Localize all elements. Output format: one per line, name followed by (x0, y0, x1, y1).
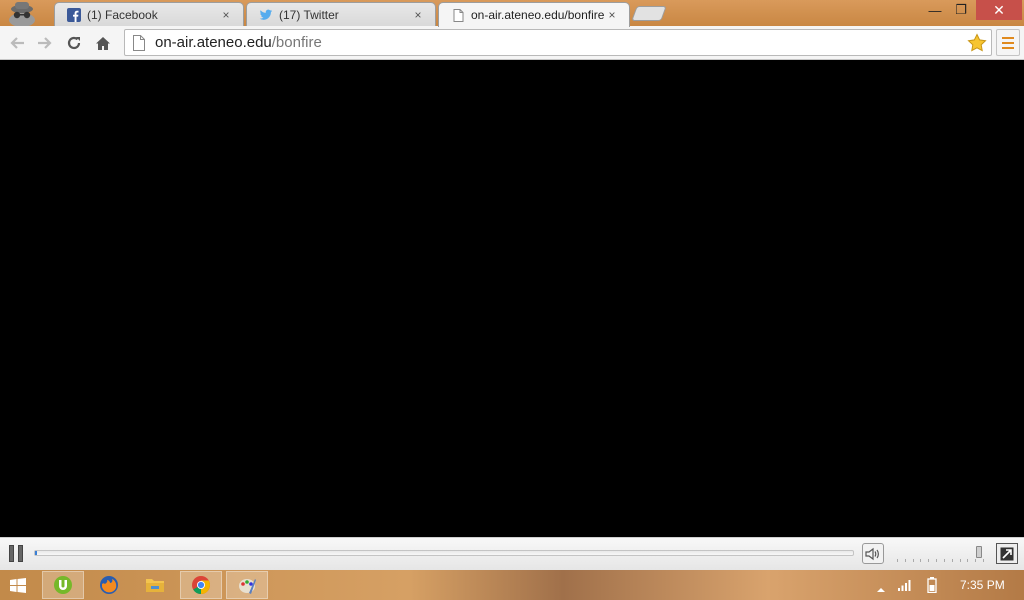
video-player-area[interactable] (0, 61, 1024, 537)
incognito-icon (4, 0, 40, 27)
volume-tick (928, 559, 930, 562)
window-close-button[interactable]: ✕ (976, 0, 1022, 20)
reload-icon (67, 36, 81, 50)
volume-tick (897, 559, 898, 562)
volume-tick (936, 559, 938, 562)
forward-arrow-icon (38, 37, 52, 49)
title-bar: (1) Facebook × (17) Twitter × on-air.ate… (0, 0, 1024, 27)
folder-icon[interactable] (134, 571, 176, 599)
home-icon (96, 36, 110, 50)
volume-tick (920, 559, 922, 562)
volume-tick (943, 559, 945, 562)
volume-tick (967, 559, 969, 562)
back-button[interactable] (5, 31, 29, 55)
fullscreen-button[interactable] (996, 543, 1018, 564)
facebook-icon (67, 7, 81, 22)
taskbar-clock[interactable]: 7:35 PM (960, 578, 1005, 592)
address-bar[interactable]: on-air.ateneo.edu/bonfire (124, 29, 992, 56)
volume-tick (912, 559, 914, 562)
back-arrow-icon (10, 37, 24, 49)
volume-tick (983, 559, 984, 562)
fullscreen-icon (1000, 547, 1014, 560)
battery-icon[interactable] (927, 577, 937, 596)
volume-tick (975, 559, 977, 562)
forward-button[interactable] (33, 31, 57, 55)
pause-button[interactable] (6, 545, 26, 564)
tab-twitter[interactable]: (17) Twitter × (246, 2, 436, 26)
reload-button[interactable] (62, 31, 86, 55)
tab-facebook[interactable]: (1) Facebook × (54, 2, 244, 26)
volume-button[interactable] (862, 543, 884, 564)
close-icon[interactable]: × (219, 8, 233, 22)
twitter-icon (259, 8, 273, 22)
utorrent-icon[interactable] (42, 571, 84, 599)
seek-bar[interactable] (34, 550, 854, 556)
volume-tick (959, 559, 961, 562)
page-icon (451, 8, 465, 22)
firefox-icon[interactable] (88, 571, 130, 599)
close-icon[interactable]: × (605, 8, 619, 22)
new-tab-button[interactable] (631, 6, 667, 21)
tab-bonfire[interactable]: on-air.ateneo.edu/bonfire × (438, 2, 630, 27)
url-host: on-air.ateneo.edu (155, 34, 272, 51)
star-icon[interactable] (967, 33, 987, 53)
hamburger-menu-icon[interactable] (996, 29, 1020, 56)
browser-toolbar: on-air.ateneo.edu/bonfire (0, 26, 1024, 60)
network-signal-icon[interactable] (897, 578, 913, 594)
restore-button[interactable]: ❐ (946, 0, 976, 20)
volume-tick (904, 559, 906, 562)
windows-start-icon[interactable] (10, 578, 26, 593)
tab-title: (1) Facebook (87, 7, 158, 22)
tab-title: (17) Twitter (279, 7, 339, 22)
chrome-icon[interactable] (180, 571, 222, 599)
tab-title: on-air.ateneo.edu/bonfire (471, 8, 605, 22)
speaker-icon (865, 547, 879, 560)
url-path: /bonfire (271, 34, 322, 51)
player-controls (0, 537, 1024, 570)
pause-icon (9, 545, 14, 562)
close-icon[interactable]: × (411, 8, 425, 22)
home-button[interactable] (91, 31, 115, 55)
seek-progress (35, 551, 37, 555)
taskbar: 7:35 PM (0, 570, 1024, 600)
volume-tick (951, 559, 953, 562)
volume-slider[interactable] (897, 546, 985, 564)
paint-icon[interactable] (226, 571, 268, 599)
show-hidden-icons-icon[interactable] (876, 582, 886, 596)
page-icon (133, 34, 145, 51)
volume-handle[interactable] (975, 546, 982, 558)
